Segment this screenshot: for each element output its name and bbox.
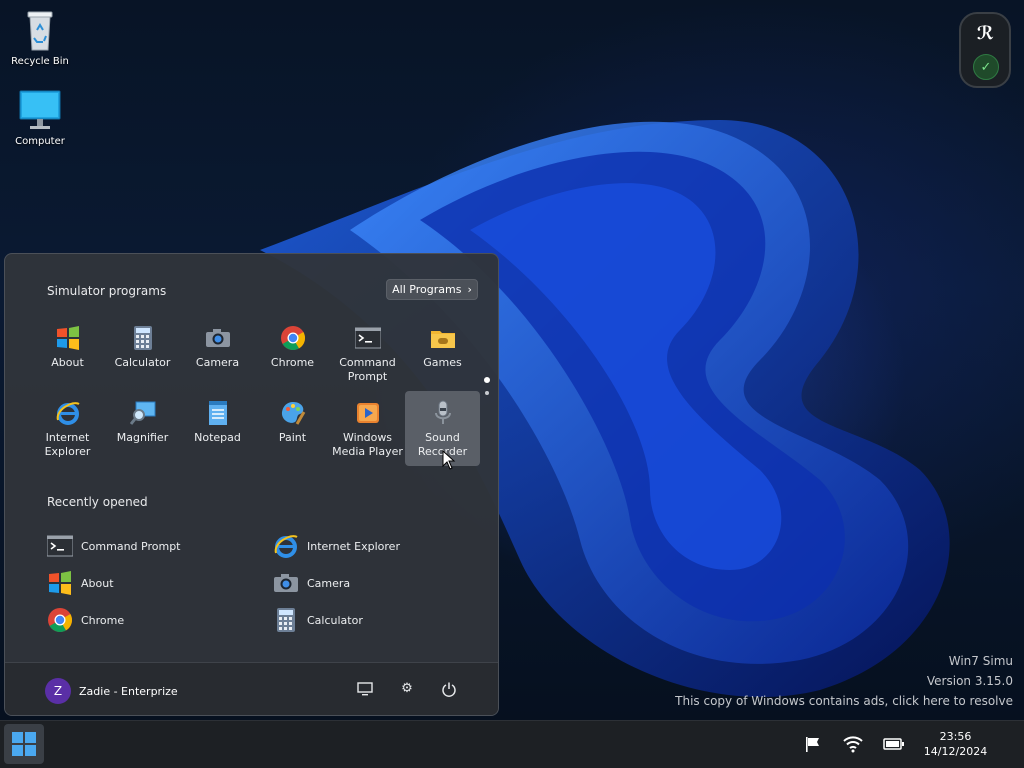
app-tile-label: Chrome (270, 356, 315, 369)
status-widget[interactable]: ℛ ✓ (959, 12, 1011, 88)
system-clock[interactable]: 23:56 14/12/2024 (918, 729, 993, 759)
app-tile-windows-media-player[interactable]: Windows Media Player (330, 391, 405, 466)
recent-item-about[interactable]: About (47, 569, 114, 597)
recent-section-title: Recently opened (47, 495, 148, 509)
app-tile-label: Windows Media Player (332, 431, 403, 458)
command-prompt-icon (354, 325, 381, 351)
monitor-icon (357, 682, 373, 696)
all-programs-button[interactable]: All Programs › (386, 279, 478, 300)
calculator-icon (130, 325, 156, 351)
start-button[interactable] (4, 724, 44, 764)
recent-item-calculator[interactable]: Calculator (273, 606, 363, 634)
page-dot[interactable] (485, 391, 489, 395)
user-account-button[interactable]: Z Zadie - Enterprize (45, 678, 178, 704)
app-logo-icon: ℛ (977, 23, 994, 44)
power-icon (442, 682, 456, 697)
internet-explorer-icon (55, 400, 81, 426)
app-tile-label: Magnifier (116, 431, 169, 444)
page-indicator[interactable] (484, 377, 490, 403)
clock-date: 14/12/2024 (923, 745, 988, 758)
watermark-line-2: Version 3.15.0 (926, 674, 1013, 688)
start-menu: Simulator programs All Programs › About … (4, 253, 499, 716)
avatar: Z (45, 678, 71, 704)
desktop-icon-recycle-bin[interactable]: Recycle Bin (5, 8, 75, 67)
chrome-icon (280, 325, 306, 351)
display-button[interactable] (355, 681, 375, 701)
recent-item-label: About (81, 576, 114, 590)
recent-item-camera[interactable]: Camera (273, 569, 350, 597)
app-tile-command-prompt[interactable]: Command Prompt (330, 316, 405, 391)
app-tile-label: Internet Explorer (44, 431, 91, 458)
battery-icon[interactable] (883, 735, 904, 755)
games-folder-icon (430, 325, 456, 351)
wifi-icon[interactable] (843, 735, 863, 755)
windows-start-icon (12, 732, 36, 756)
notepad-icon (205, 400, 231, 426)
user-name: Zadie - Enterprize (79, 684, 178, 698)
watermark-line-1: Win7 Simu (948, 654, 1013, 668)
activation-link[interactable]: This copy of Windows contains ads, click… (675, 694, 1013, 708)
app-tile-label: Camera (195, 356, 240, 369)
camera-icon (205, 325, 231, 351)
desktop-icon-computer[interactable]: Computer (5, 88, 75, 147)
app-tile-label: About (51, 356, 84, 369)
recycle-bin-icon (18, 8, 62, 52)
recent-item-label: Chrome (81, 613, 125, 627)
media-player-icon (355, 400, 381, 426)
app-tile-internet-explorer[interactable]: Internet Explorer (30, 391, 105, 466)
command-prompt-icon (46, 533, 74, 559)
app-tile-about[interactable]: About (30, 316, 105, 391)
desktop-icon-label: Recycle Bin (11, 56, 69, 67)
action-center-flag-icon[interactable] (803, 735, 823, 755)
windows-logo-icon (47, 570, 73, 596)
taskbar: 23:56 14/12/2024 (0, 720, 1024, 768)
windows-logo-icon (55, 325, 81, 351)
app-tile-label: Paint (278, 431, 307, 444)
internet-explorer-icon (273, 533, 299, 559)
app-tile-paint[interactable]: Paint (255, 391, 330, 466)
recent-item-label: Internet Explorer (307, 539, 400, 553)
settings-button[interactable]: ⚙ (397, 681, 417, 701)
mouse-cursor-icon (442, 449, 456, 474)
recent-item-label: Camera (307, 576, 351, 590)
all-programs-label: All Programs (392, 283, 462, 296)
app-tile-games[interactable]: Games (405, 316, 480, 391)
app-tile-camera[interactable]: Camera (180, 316, 255, 391)
clock-time: 23:56 (939, 730, 972, 743)
app-tile-label: Notepad (194, 431, 241, 444)
chrome-icon (47, 607, 73, 633)
desktop-icon-label: Computer (15, 136, 65, 147)
app-tile-label: Calculator (114, 356, 171, 369)
app-tile-label: Command Prompt (339, 356, 396, 383)
app-tile-label: Games (423, 356, 462, 369)
recent-item-label: Command Prompt (81, 539, 181, 553)
recent-item-internet-explorer[interactable]: Internet Explorer (273, 532, 400, 560)
gear-icon: ⚙ (401, 681, 413, 696)
power-button[interactable] (439, 681, 459, 701)
recent-item-chrome[interactable]: Chrome (47, 606, 124, 634)
check-circle-icon: ✓ (973, 54, 999, 80)
computer-icon (18, 88, 62, 132)
sound-recorder-icon (430, 400, 456, 426)
calculator-icon (273, 607, 299, 633)
page-dot-active[interactable] (484, 377, 490, 383)
app-tile-magnifier[interactable]: Magnifier (105, 391, 180, 466)
app-tile-chrome[interactable]: Chrome (255, 316, 330, 391)
recent-item-label: Calculator (307, 613, 363, 627)
app-tile-notepad[interactable]: Notepad (180, 391, 255, 466)
recent-item-command-prompt[interactable]: Command Prompt (46, 532, 181, 560)
chevron-right-icon: › (467, 283, 472, 296)
programs-section-title: Simulator programs (47, 284, 167, 298)
paint-icon (280, 400, 306, 426)
magnifier-icon (129, 400, 156, 426)
app-tile-calculator[interactable]: Calculator (105, 316, 180, 391)
camera-icon (273, 570, 299, 596)
start-menu-footer: Z Zadie - Enterprize ⚙ (5, 662, 498, 715)
